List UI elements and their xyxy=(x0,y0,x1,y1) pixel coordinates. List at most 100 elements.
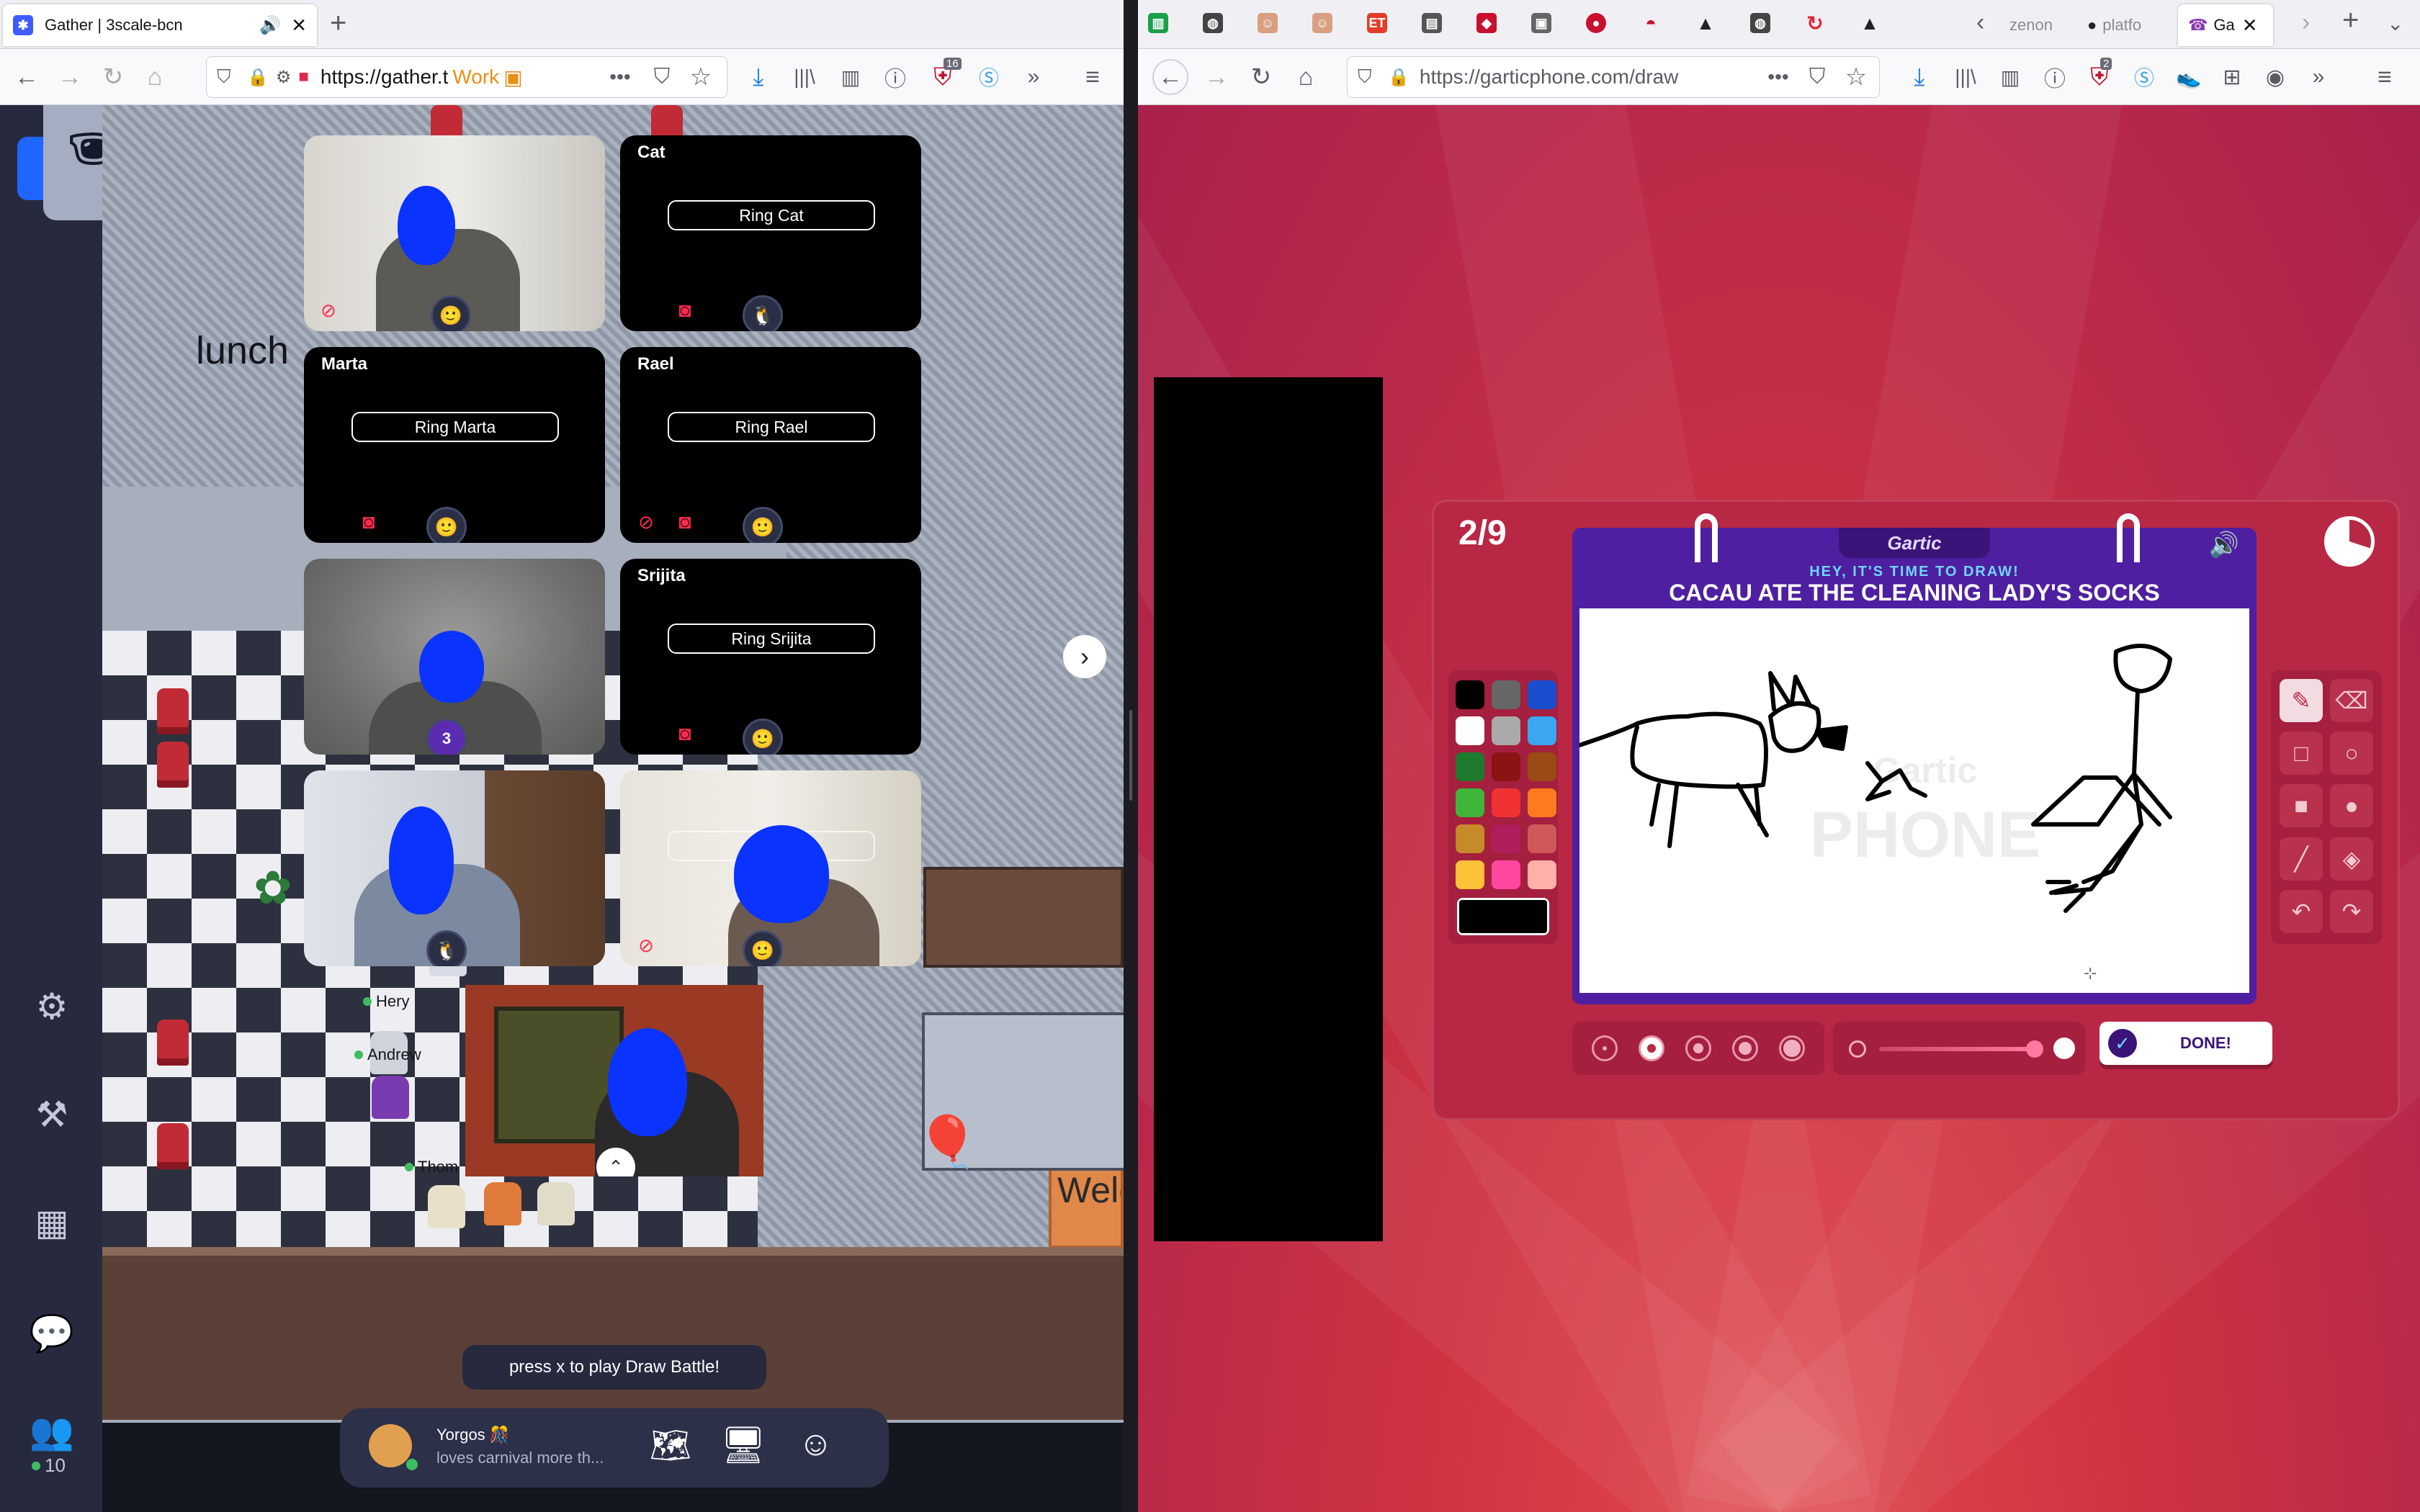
divider-handle[interactable] xyxy=(1129,710,1132,801)
sidebar-icon[interactable]: ▥ xyxy=(833,59,869,95)
color-swatch[interactable] xyxy=(1492,788,1520,817)
next-page-icon[interactable]: › xyxy=(1063,635,1106,678)
warning-icon[interactable]: ▲ xyxy=(1695,12,1716,34)
color-swatch[interactable] xyxy=(1528,716,1556,745)
star-icon[interactable]: ☆ xyxy=(1838,59,1874,95)
docs-icon[interactable]: ▤ xyxy=(1422,13,1442,33)
download-icon[interactable]: ⤓ xyxy=(740,59,776,95)
redhat-icon[interactable]: ● xyxy=(1586,13,1606,33)
download-icon[interactable]: ⤓ xyxy=(1901,59,1937,95)
scroll-tabs-left-icon[interactable]: ‹ xyxy=(1976,9,1984,37)
extension-s-icon[interactable]: Ⓢ xyxy=(2126,59,2162,95)
camera-blocked-icon[interactable]: ■ xyxy=(298,67,309,87)
ellipse-fill-icon[interactable]: ● xyxy=(2330,784,2373,828)
screen-share-icon[interactable]: 🖥 xyxy=(720,1424,766,1467)
account-icon[interactable]: ◉ xyxy=(2257,59,2293,95)
tab-gartic[interactable]: ☎ Ga ✕ xyxy=(2178,4,2273,46)
globe-icon[interactable]: ◍ xyxy=(1203,13,1223,33)
bucket-icon[interactable]: ◈ xyxy=(2330,837,2373,881)
color-swatch[interactable] xyxy=(1528,680,1556,709)
extension-s-icon[interactable]: Ⓢ xyxy=(971,59,1007,95)
player-sprite[interactable] xyxy=(484,1182,521,1225)
brush-size-1[interactable] xyxy=(1591,1035,1618,1061)
sound-icon[interactable]: 🔊 xyxy=(2209,531,2239,559)
tab-platform[interactable]: ● platfo xyxy=(2077,4,2171,46)
forward-icon[interactable]: → xyxy=(52,59,88,95)
library-icon[interactable]: |||\ xyxy=(1948,59,1984,95)
shield-icon[interactable]: ⛉ xyxy=(217,66,231,89)
opacity-slider[interactable] xyxy=(1833,1022,2085,1075)
line-icon[interactable]: ╱ xyxy=(2280,837,2323,881)
reload-icon[interactable]: ↻ xyxy=(1243,59,1279,95)
pocket-icon[interactable]: ⛉ xyxy=(1799,59,1835,95)
ring-rael-button[interactable]: Ring Rael xyxy=(668,412,875,442)
color-swatch[interactable] xyxy=(1456,680,1484,709)
onepassword-icon[interactable]: ⓘ xyxy=(2037,59,2073,95)
color-swatch[interactable] xyxy=(1456,824,1484,853)
drawing-canvas[interactable]: Gartic PHONE ⊹ xyxy=(1579,608,2249,993)
star-icon[interactable]: ☆ xyxy=(683,59,719,95)
undo-icon[interactable]: ↶ xyxy=(2280,889,2323,933)
ring-cat-button[interactable]: Ring Cat xyxy=(668,200,875,230)
redo-icon[interactable]: ↷ xyxy=(2330,889,2373,933)
home-icon[interactable]: ⌂ xyxy=(1288,59,1324,95)
color-swatch[interactable] xyxy=(1528,860,1556,889)
page-actions-icon[interactable]: ••• xyxy=(602,59,638,95)
new-tab-button[interactable]: + xyxy=(2342,4,2359,37)
user-status[interactable]: loves carnival more th... xyxy=(436,1449,631,1467)
globe-icon[interactable]: ◍ xyxy=(1750,13,1770,33)
brush-size-3[interactable] xyxy=(1685,1035,1711,1061)
calendar-icon[interactable]: ▦ xyxy=(29,1200,75,1246)
avatar-icon[interactable]: ☺ xyxy=(1258,13,1278,33)
color-swatch[interactable] xyxy=(1528,788,1556,817)
map-icon[interactable]: 🗺 xyxy=(650,1426,691,1465)
color-swatch[interactable] xyxy=(1528,752,1556,781)
color-swatch[interactable] xyxy=(1492,680,1520,709)
settings-icon[interactable]: ⚙ xyxy=(29,984,75,1030)
overflow-icon[interactable]: » xyxy=(2300,59,2336,95)
color-swatch[interactable] xyxy=(1492,824,1520,853)
video-tile-marta[interactable]: Marta Ring Marta ◙ 🙂 xyxy=(304,347,605,543)
player-sprite[interactable] xyxy=(537,1182,575,1225)
back-icon[interactable]: ← xyxy=(1152,59,1188,95)
done-button[interactable]: ✓ DONE! xyxy=(2099,1022,2272,1065)
trello-icon[interactable]: ▥ xyxy=(1148,13,1168,33)
participants-icon[interactable]: 👥 xyxy=(29,1408,75,1454)
close-tab-icon[interactable]: ✕ xyxy=(291,14,307,37)
rh-icon[interactable]: ET xyxy=(1367,13,1387,33)
brush-size-2[interactable] xyxy=(1638,1035,1664,1061)
ring-marta-button[interactable]: Ring Marta xyxy=(351,412,559,442)
video-tile-srijita[interactable]: Srijita Ring Srijita ◙ 🙂 xyxy=(620,559,921,755)
video-tile[interactable]: 3 xyxy=(304,559,605,755)
emoji-icon[interactable]: ☺ xyxy=(798,1424,833,1464)
player-sprite[interactable] xyxy=(372,1076,409,1119)
ellipse-outline-icon[interactable]: ○ xyxy=(2330,732,2373,775)
lock-icon[interactable]: 🔒 xyxy=(1388,67,1410,88)
menu-icon[interactable]: ≡ xyxy=(2367,59,2403,95)
speaker-icon[interactable]: 🔊 xyxy=(259,15,281,36)
selected-color-swatch[interactable] xyxy=(1457,898,1549,935)
split-divider[interactable] xyxy=(1124,0,1138,1512)
color-swatch[interactable] xyxy=(1492,716,1520,745)
tab-list-icon[interactable]: ⌄ xyxy=(2387,12,2403,35)
slider-thumb[interactable] xyxy=(2026,1040,2043,1058)
sync-icon[interactable]: ↻ xyxy=(1805,12,1825,35)
avatar-icon[interactable]: ☺ xyxy=(1312,13,1332,33)
brush-size-5[interactable] xyxy=(1779,1035,1806,1061)
user-name[interactable]: Yorgos 🎊 xyxy=(436,1426,509,1444)
ring-srijita-button[interactable]: Ring Srijita xyxy=(668,624,875,654)
back-icon[interactable]: ← xyxy=(9,59,45,95)
tab-gather[interactable]: ✱ Gather | 3scale-bcn 🔊 ✕ xyxy=(3,4,317,46)
eraser-icon[interactable]: ⌫ xyxy=(2330,679,2373,722)
self-video[interactable]: ⌃ xyxy=(465,985,763,1176)
overflow-icon[interactable]: » xyxy=(1016,59,1052,95)
redhat-hat-icon[interactable]: ◓ xyxy=(1641,12,1661,34)
rectangle-outline-icon[interactable]: □ xyxy=(2280,732,2323,775)
color-swatch[interactable] xyxy=(1492,752,1520,781)
app-icon[interactable]: ▣ xyxy=(1531,13,1551,33)
color-swatch[interactable] xyxy=(1456,752,1484,781)
color-swatch[interactable] xyxy=(1456,860,1484,889)
library-icon[interactable]: |||\ xyxy=(786,59,823,95)
menu-icon[interactable]: ≡ xyxy=(1075,59,1111,95)
color-swatch[interactable] xyxy=(1456,788,1484,817)
